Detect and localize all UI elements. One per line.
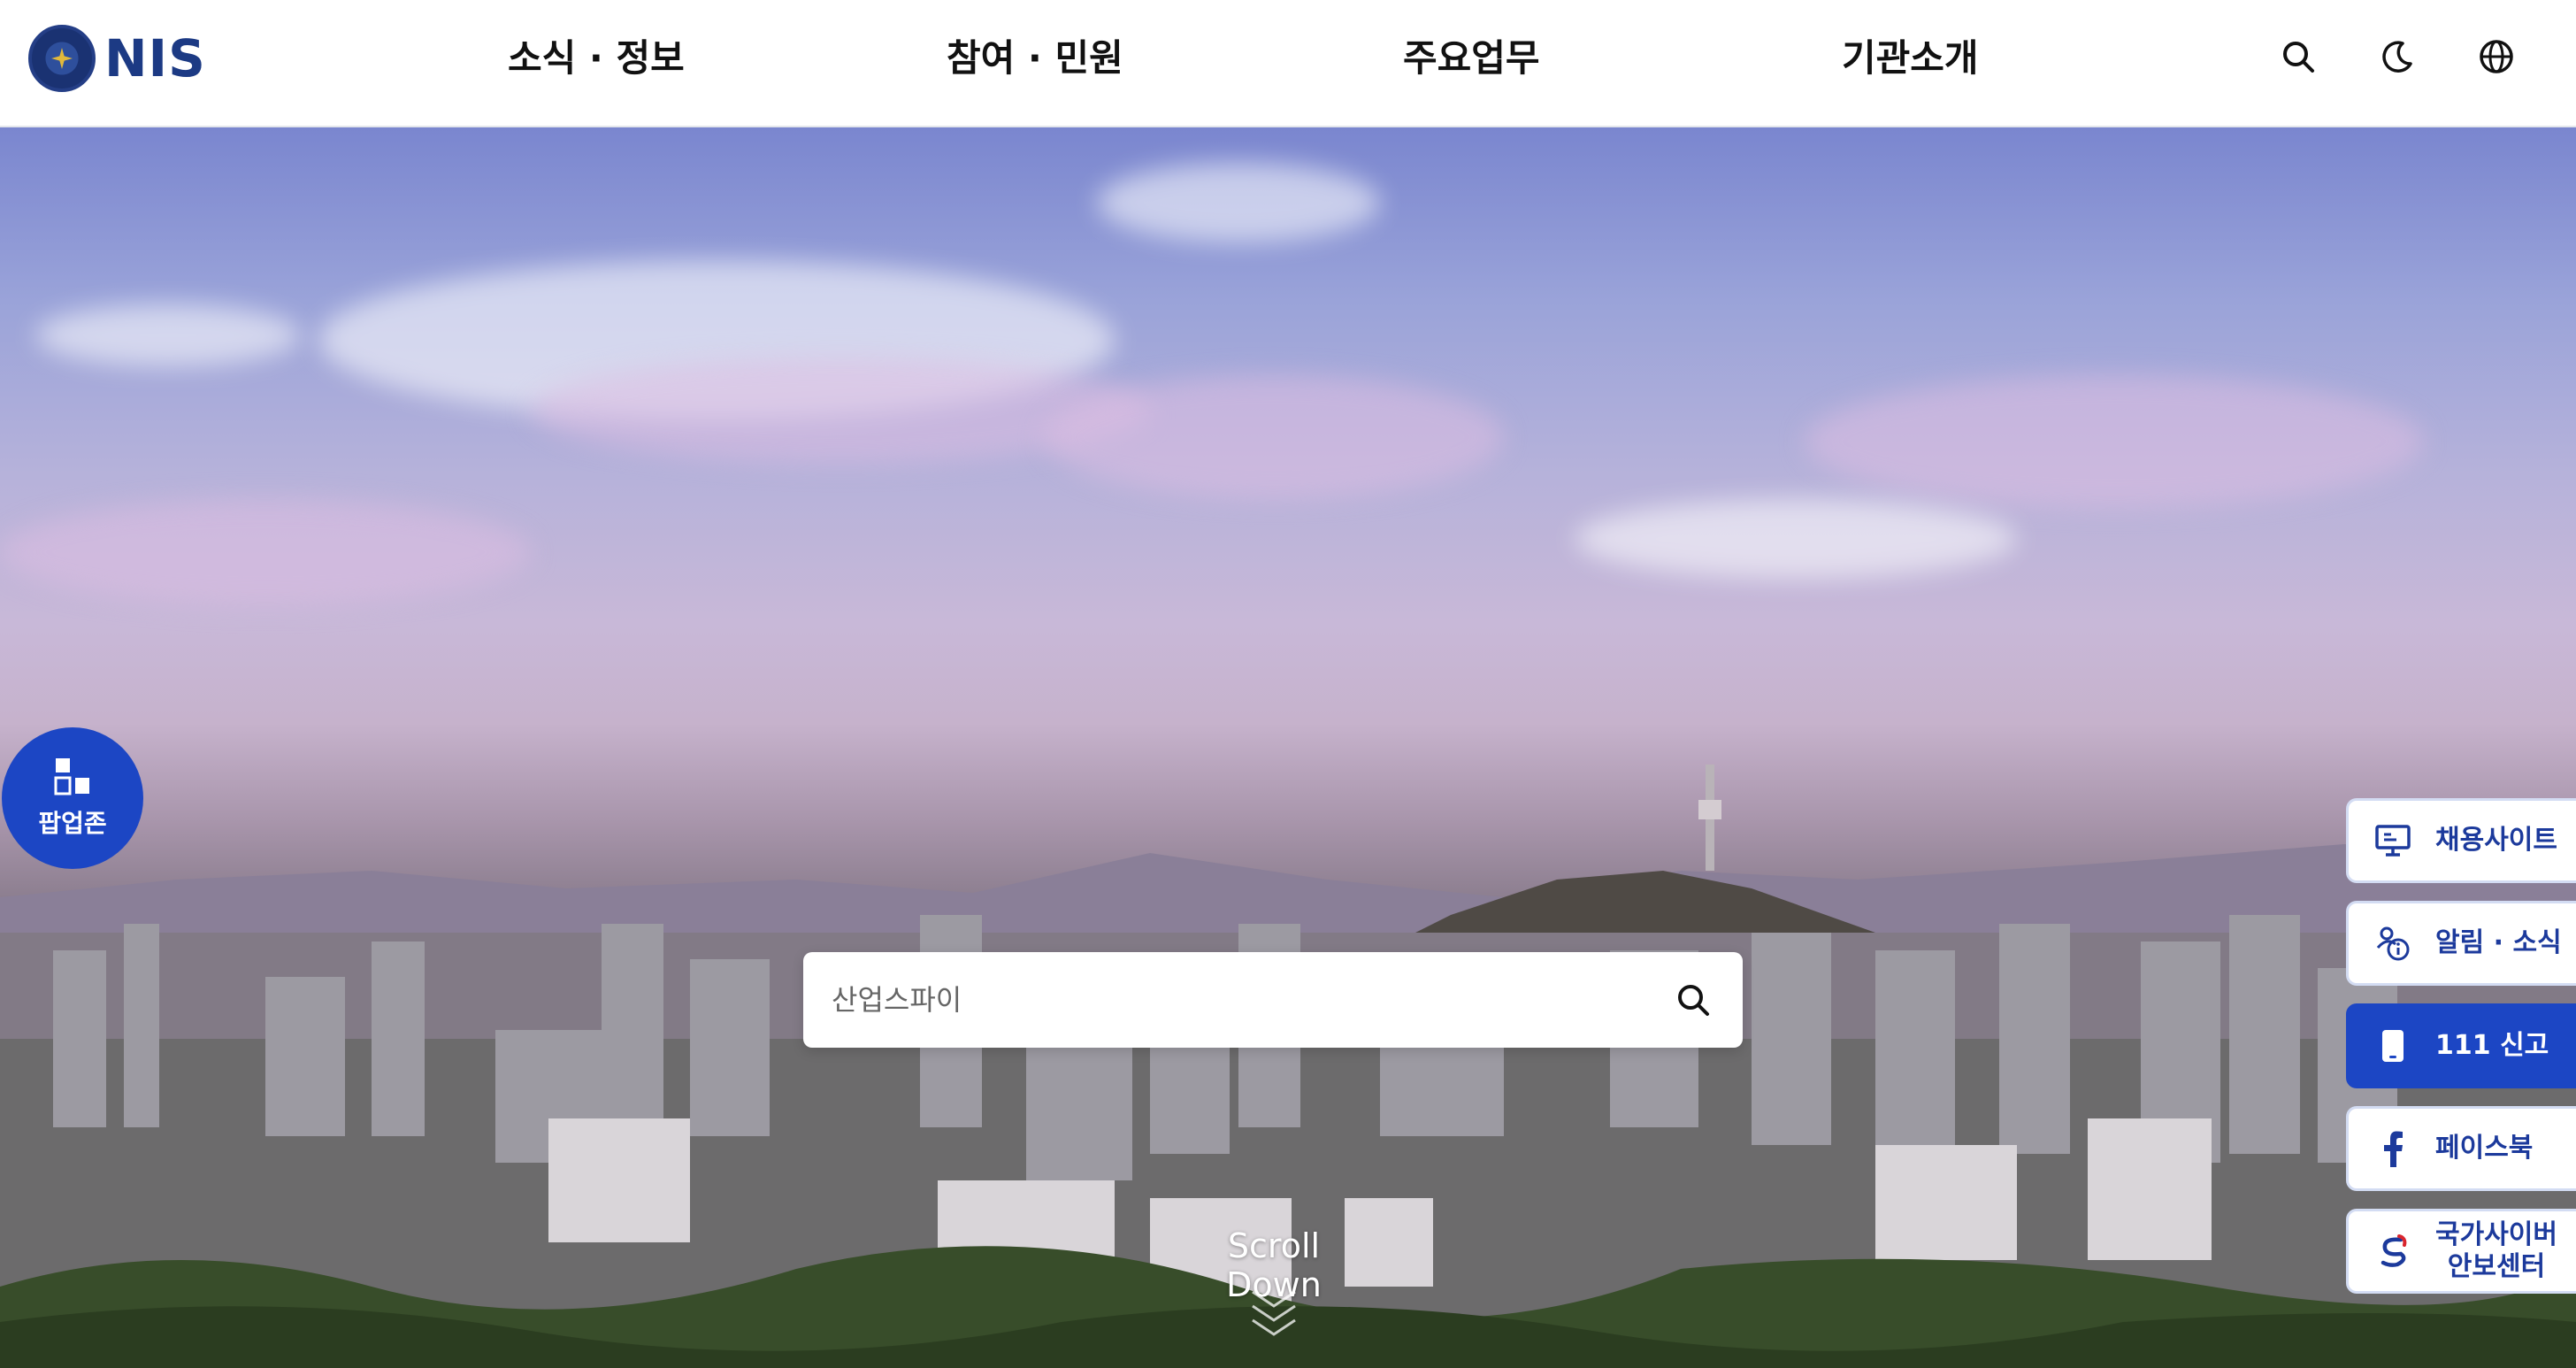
quick-facebook-label: 페이스북 [2435, 1133, 2534, 1164]
nav-main-work[interactable]: 주요업무 [1403, 28, 1540, 82]
info-people-icon [2373, 924, 2412, 963]
popup-zone-icon [54, 758, 89, 795]
search-icon[interactable] [2275, 34, 2321, 80]
cloud [0, 499, 531, 605]
hero-cityscape: Scroll Down [0, 127, 2576, 1368]
cloud [35, 304, 301, 366]
popup-zone-button[interactable]: 팝업존 [2, 727, 143, 869]
nis-emblem-icon [28, 25, 96, 92]
quick-notice-label: 알림 · 소식 [2435, 927, 2562, 958]
phone-icon [2373, 1026, 2412, 1065]
quick-recruit-site[interactable]: 채용사이트 [2346, 798, 2576, 883]
nav-participation[interactable]: 참여 · 민원 [947, 28, 1123, 82]
quick-cyber-label-line1: 국가사이버 [2435, 1219, 2557, 1250]
nis-logo[interactable]: NIS [28, 23, 206, 94]
hero-search-box [803, 952, 1743, 1048]
popup-zone-label: 팝업존 [38, 809, 107, 838]
quick-cyber-security-center[interactable]: 국가사이버 안보센터 [2346, 1209, 2576, 1294]
cloud [1097, 163, 1380, 242]
quick-facebook[interactable]: 페이스북 [2346, 1106, 2576, 1191]
quick-111-label: 111 신고 [2435, 1030, 2549, 1061]
globe-language-icon[interactable] [2473, 34, 2519, 80]
dark-mode-moon-icon[interactable] [2374, 34, 2420, 80]
cyber-logo-icon [2373, 1232, 2412, 1271]
cloud [1044, 375, 1504, 499]
search-submit-icon[interactable] [1670, 977, 1716, 1023]
cloud [1575, 499, 2017, 579]
quick-cyber-label-line2: 안보센터 [2447, 1251, 2546, 1282]
nav-news-info[interactable]: 소식 · 정보 [508, 28, 685, 82]
search-input[interactable] [832, 973, 1628, 1026]
scroll-down-chevrons-icon[interactable] [1247, 1287, 1300, 1343]
nav-about[interactable]: 기관소개 [1842, 28, 1979, 82]
quick-cyber-label: 국가사이버 안보센터 [2435, 1219, 2557, 1283]
quick-recruit-label: 채용사이트 [2435, 825, 2557, 856]
cloud [1805, 375, 2424, 508]
facebook-icon [2373, 1129, 2412, 1168]
site-header: NIS 소식 · 정보 참여 · 민원 주요업무 기관소개 [0, 0, 2576, 127]
monitor-icon [2373, 821, 2412, 860]
logo-text: NIS [104, 28, 206, 88]
quick-notice-news[interactable]: 알림 · 소식 [2346, 901, 2576, 986]
quick-111-report[interactable]: 111 신고 [2346, 1003, 2576, 1088]
